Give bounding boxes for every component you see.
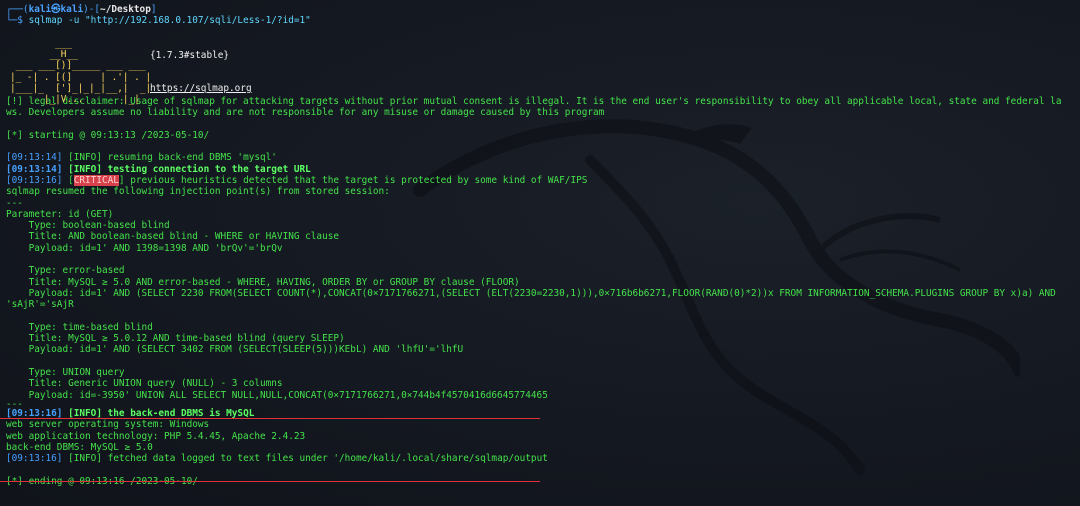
prompt-dollar: └─$ bbox=[6, 15, 29, 27]
terminal-window[interactable]: ┌──(kali㉿kali)-[~/Desktop] └─$ sqlmap -u… bbox=[0, 0, 1080, 506]
log-tag: [INFO] bbox=[68, 152, 102, 164]
log-line: [09:13:14] [INFO] testing connection to … bbox=[6, 164, 1076, 175]
injection-title: Title: AND boolean-based blind - WHERE o… bbox=[6, 231, 340, 243]
prompt-user: kali㉿kali bbox=[28, 4, 84, 15]
sqlmap-banner: ___ __H__ ___ ___[)]_____ ___ ___ |_ -| … bbox=[6, 38, 1076, 105]
injection-payload: Payload: id=1' AND 1398=1398 AND 'brQv'=… bbox=[6, 242, 283, 254]
prompt-close: ] bbox=[150, 4, 157, 15]
injection-type: Type: time-based blind bbox=[6, 321, 153, 333]
log-message: resuming back-end DBMS 'mysql' bbox=[101, 152, 277, 164]
injection-type: Type: boolean-based blind bbox=[6, 220, 170, 232]
critical-badge: CRITICAL bbox=[73, 174, 119, 186]
separator: --- bbox=[6, 400, 23, 408]
injection-payload: Payload: id=-3950' UNION ALL SELECT NULL… bbox=[6, 389, 548, 401]
injection-title: Title: Generic UNION query (NULL) - 3 co… bbox=[6, 378, 283, 390]
legal-disclaimer: [!] legal disclaimer: Usage of sqlmap fo… bbox=[6, 95, 1062, 119]
injection-payload: Payload: id=1' AND (SELECT 2230 FROM(SEL… bbox=[6, 287, 1062, 311]
highlight-box bbox=[0, 418, 540, 482]
log-message: testing connection to the target URL bbox=[101, 163, 311, 175]
log-tag: [INFO] bbox=[68, 163, 102, 175]
resumed-line: sqlmap resumed the following injection p… bbox=[6, 186, 390, 198]
log-message: ] previous heuristics detected that the … bbox=[118, 174, 588, 186]
log-line: [09:13:14] [INFO] resuming back-end DBMS… bbox=[6, 152, 1076, 163]
separator: --- bbox=[6, 197, 23, 209]
starting-line: [*] starting @ 09:13:13 /2023-05-10/ bbox=[6, 129, 210, 141]
prompt-open: ┌──( bbox=[6, 4, 29, 15]
prompt-mid: )-[ bbox=[83, 4, 101, 15]
log-timestamp: [09:13:14] bbox=[6, 152, 69, 164]
prompt-path: ~/Desktop bbox=[100, 4, 151, 15]
prompt-line-1: ┌──(kali㉿kali)-[~/Desktop] bbox=[6, 4, 1076, 15]
terminal-output: ┌──(kali㉿kali)-[~/Desktop] └─$ sqlmap -u… bbox=[6, 4, 1076, 487]
injection-payload: Payload: id=1' AND (SELECT 3402 FROM (SE… bbox=[6, 344, 464, 356]
prompt-line-2: └─$ sqlmap -u "http://192.168.0.107/sqli… bbox=[6, 15, 1076, 26]
log-line: [09:13:16] [CRITICAL] previous heuristic… bbox=[6, 174, 588, 186]
sqlmap-ascii-logo: ___ __H__ ___ ___[)]_____ ___ ___ |_ -| … bbox=[10, 37, 152, 106]
sqlmap-url-link[interactable]: https://sqlmap.org bbox=[150, 83, 252, 94]
parameter-line: Parameter: id (GET) bbox=[6, 208, 114, 220]
injection-title: Title: MySQL ≥ 5.0.12 AND time-based bli… bbox=[6, 333, 345, 345]
log-timestamp: [09:13:16] bbox=[6, 174, 69, 186]
injection-type: Type: error-based bbox=[6, 265, 125, 277]
injection-title: Title: MySQL ≥ 5.0 AND error-based - WHE… bbox=[6, 276, 520, 288]
log-timestamp: [09:13:14] bbox=[6, 163, 69, 175]
command-text[interactable]: sqlmap -u "http://192.168.0.107/sqli/Les… bbox=[29, 15, 311, 26]
sqlmap-version: {1.7.3#stable} bbox=[150, 49, 230, 61]
injection-type: Type: UNION query bbox=[6, 367, 125, 379]
